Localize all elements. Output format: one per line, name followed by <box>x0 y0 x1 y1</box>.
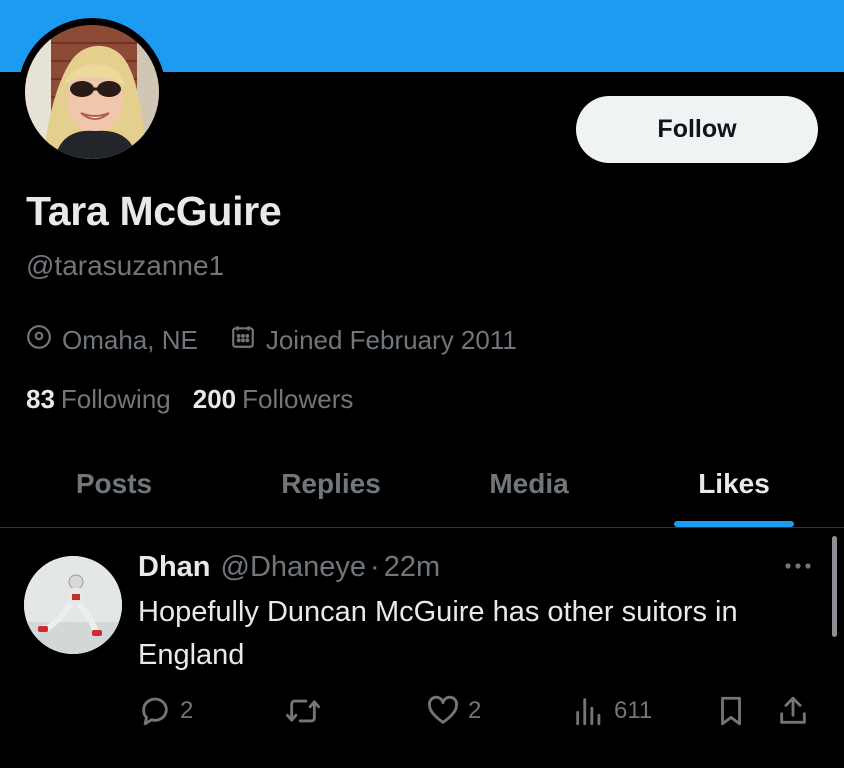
joined-date: Joined February 2011 <box>230 324 517 357</box>
follow-button[interactable]: Follow <box>576 96 818 163</box>
tweet[interactable]: Dhan @Dhaneye · 22m Hopefully Duncan McG… <box>0 529 844 768</box>
following-link[interactable]: 83 Following <box>26 384 171 415</box>
tweet-actions: 2 2 611 <box>0 691 844 731</box>
tab-likes[interactable]: Likes <box>674 440 794 528</box>
reply-icon <box>138 694 172 728</box>
views-icon <box>572 694 606 728</box>
views-count: 611 <box>614 697 653 724</box>
calendar-icon <box>230 324 266 357</box>
follow-stats: 83 Following 200 Followers <box>26 384 375 415</box>
profile-meta: Omaha, NE Joined February 2011 <box>26 322 549 358</box>
tweet-author-avatar[interactable] <box>24 556 122 654</box>
active-tab-indicator <box>674 521 794 527</box>
reply-count: 2 <box>180 697 194 724</box>
tweet-author-handle[interactable]: @Dhaneye <box>221 551 367 584</box>
tweet-author-name[interactable]: Dhan <box>138 551 211 584</box>
bookmark-button[interactable] <box>714 691 748 731</box>
profile-avatar[interactable] <box>25 25 159 159</box>
followers-link[interactable]: 200 Followers <box>193 384 354 415</box>
like-icon <box>426 694 460 728</box>
tab-media[interactable]: Media <box>462 440 596 528</box>
share-button[interactable] <box>776 691 810 731</box>
profile-name: Tara McGuire <box>26 188 282 234</box>
following-label: Following <box>60 384 171 414</box>
location-icon <box>26 324 62 357</box>
followers-label: Followers <box>242 384 354 414</box>
like-button[interactable]: 2 <box>426 691 481 731</box>
tweet-separator: · <box>370 551 380 583</box>
profile-tabs: Posts Replies Media Likes <box>0 440 844 528</box>
scrollbar[interactable] <box>832 536 837 637</box>
retweet-button[interactable] <box>284 691 322 731</box>
retweet-icon <box>284 694 322 728</box>
location: Omaha, NE <box>26 324 198 357</box>
bookmark-icon <box>714 694 748 728</box>
location-text: Omaha, NE <box>62 324 198 355</box>
tweet-header: Dhan @Dhaneye · 22m <box>138 551 440 584</box>
share-icon <box>776 694 810 728</box>
like-count: 2 <box>468 697 482 724</box>
joined-text: Joined February 2011 <box>265 324 517 355</box>
tweet-time[interactable]: 22m <box>384 551 440 584</box>
tab-replies[interactable]: Replies <box>256 440 406 528</box>
following-count: 83 <box>26 384 55 414</box>
views-button[interactable]: 611 <box>572 691 652 731</box>
reply-button[interactable]: 2 <box>138 691 193 731</box>
profile-avatar-frame <box>18 18 166 166</box>
followers-count: 200 <box>192 384 237 414</box>
tweet-text: Hopefully Duncan McGuire has other suito… <box>138 596 738 671</box>
tab-posts[interactable]: Posts <box>52 440 176 528</box>
profile-handle: @tarasuzanne1 <box>26 250 225 281</box>
more-icon[interactable] <box>778 551 818 581</box>
